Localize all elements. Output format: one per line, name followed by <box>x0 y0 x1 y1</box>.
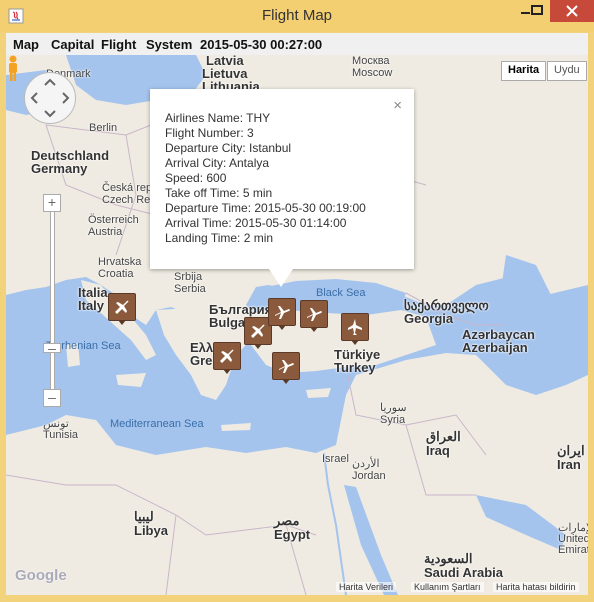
label-berlin: Berlin <box>89 122 118 134</box>
zoom-slider-handle[interactable]: – <box>43 341 61 355</box>
zoom-out-button[interactable]: – <box>43 389 61 407</box>
menu-flight[interactable]: Flight <box>101 37 136 52</box>
close-button[interactable] <box>550 0 594 22</box>
airplane-icon <box>115 300 129 314</box>
airplane-icon <box>275 306 290 319</box>
label-austria: Österreich Austria <box>88 214 139 238</box>
airplane-icon <box>348 319 362 335</box>
menu-capital[interactable]: Capital <box>51 37 94 52</box>
window-title: Flight Map <box>261 7 333 24</box>
label-germany: Deutschland Germany <box>31 148 110 176</box>
menu-bar: Map Capital Flight System 2015-05-30 00:… <box>6 33 588 55</box>
airplane-icon <box>307 308 322 321</box>
info-departure-city: Departure City: Istanbul <box>165 141 292 155</box>
label-saudi-arabia: السعودية Saudi Arabia <box>424 551 503 580</box>
map-data-link[interactable]: Harita Verileri <box>336 582 397 592</box>
label-syria: سوريا Syria <box>380 402 407 426</box>
label-jordan: الأردن Jordan <box>352 458 386 482</box>
label-iraq: العراق Iraq <box>426 429 461 458</box>
info-airline: Airlines Name: THY <box>165 111 271 125</box>
label-israel: Israel <box>322 453 349 465</box>
map-type-map-label: Harita <box>508 64 540 76</box>
pan-control[interactable] <box>24 72 76 124</box>
map-type-satellite-label: Uydu <box>554 64 580 76</box>
title-bar[interactable]: Flight Map <box>0 0 594 32</box>
label-azerbaijan: Azərbaycan Azerbaijan <box>462 327 535 355</box>
menu-map[interactable]: Map <box>13 37 39 52</box>
info-window-pointer <box>269 269 293 287</box>
info-arrival-city: Arrival City: Antalya <box>165 156 270 170</box>
info-takeoff-time: Take off Time: 5 min <box>165 186 273 200</box>
flight-marker[interactable] <box>341 313 369 345</box>
info-speed: Speed: 600 <box>165 171 227 185</box>
flight-marker-selected[interactable] <box>268 298 296 330</box>
app-window: Flight Map Map Capital Flight System 201… <box>0 0 594 602</box>
label-black-sea: Black Sea <box>316 287 366 299</box>
maximize-icon <box>531 5 543 15</box>
pegman-icon[interactable] <box>6 55 20 83</box>
menubar-clock: 2015-05-30 00:27:00 <box>200 37 323 52</box>
menu-system[interactable]: System <box>146 37 192 52</box>
close-icon <box>566 5 578 17</box>
map-type-map-button[interactable]: Harita <box>501 61 547 81</box>
info-landing-time: Landing Time: 2 min <box>165 231 274 245</box>
report-error-link[interactable]: Harita hatası bildirin <box>493 582 579 592</box>
label-croatia: Hrvatska Croatia <box>98 256 142 280</box>
info-close-button[interactable]: × <box>393 97 402 114</box>
flight-marker[interactable] <box>213 342 241 374</box>
map-view[interactable]: Latvia Lietuva Lithuania Denmark Berlin … <box>6 55 588 595</box>
label-moscow: Москва Moscow <box>352 55 393 79</box>
airplane-icon <box>251 324 265 338</box>
google-logo: Google <box>15 567 67 584</box>
label-egypt: مصر Egypt <box>274 513 311 542</box>
info-flight-number: Flight Number: 3 <box>165 126 254 140</box>
label-georgia: საქართველო Georgia <box>404 298 489 326</box>
label-turkey: Türkiye Turkey <box>334 347 381 375</box>
airplane-icon <box>279 360 294 373</box>
zoom-slider[interactable] <box>50 195 55 407</box>
airplane-icon <box>220 349 234 363</box>
flight-info-window: × Airlines Name: THY Flight Number: 3 De… <box>150 89 414 269</box>
info-arrival-time: Arrival Time: 2015-05-30 01:14:00 <box>165 216 347 230</box>
terms-link[interactable]: Kullanım Şartları <box>411 582 484 592</box>
maximize-button[interactable] <box>524 0 550 22</box>
label-uae: الإمارات United Ara Emirates <box>558 522 588 556</box>
flight-marker[interactable] <box>300 300 328 332</box>
map-type-satellite-button[interactable]: Uydu <box>547 61 587 81</box>
label-libya: ليبيا Libya <box>134 509 168 538</box>
label-italy: Italia Italy <box>78 285 108 313</box>
label-serbia: Srbija Serbia <box>174 271 206 295</box>
flight-marker[interactable] <box>108 293 136 325</box>
label-mediterranean-sea: Mediterranean Sea <box>110 418 204 430</box>
label-iran: ایران Iran <box>557 443 585 472</box>
pan-arrows-icon <box>30 78 70 118</box>
info-departure-time: Departure Time: 2015-05-30 00:19:00 <box>165 201 366 215</box>
flight-marker[interactable] <box>272 352 300 384</box>
label-tunisia: تونس Tunisia <box>43 418 79 441</box>
zoom-in-button[interactable]: + <box>43 194 61 212</box>
